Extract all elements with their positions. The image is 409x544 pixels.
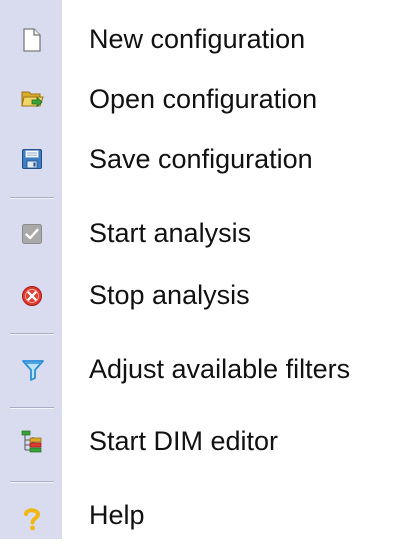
menu-item-label: Open configuration bbox=[89, 84, 318, 114]
menu-item-start-analysis[interactable]: Start analysis bbox=[0, 206, 409, 262]
menu-separator bbox=[10, 333, 54, 335]
menu-item-new-configuration[interactable]: New configuration bbox=[0, 12, 409, 68]
menu-item-label: Stop analysis bbox=[89, 280, 250, 310]
filter-funnel-icon bbox=[21, 358, 44, 381]
new-document-icon bbox=[21, 28, 43, 52]
menu-item-label: New configuration bbox=[89, 24, 306, 54]
menu-item-start-dim-editor[interactable]: Start DIM editor bbox=[0, 414, 409, 470]
menu-item-stop-analysis[interactable]: Stop analysis bbox=[0, 268, 409, 324]
menu-separator bbox=[10, 197, 54, 199]
menu-item-open-configuration[interactable]: Open configuration bbox=[0, 72, 409, 128]
stop-icon bbox=[21, 285, 43, 307]
open-folder-icon bbox=[21, 88, 44, 110]
menu-separator bbox=[10, 407, 54, 409]
menu-item-label: Save configuration bbox=[89, 144, 313, 174]
menu-item-help[interactable]: Help bbox=[0, 488, 409, 544]
checkbox-icon bbox=[21, 223, 43, 245]
menu-item-label: Help bbox=[89, 500, 145, 530]
menu-item-label: Start DIM editor bbox=[89, 426, 279, 456]
menu-item-label: Start analysis bbox=[89, 218, 252, 248]
menu-item-save-configuration[interactable]: Save configuration bbox=[0, 132, 409, 188]
save-disk-icon bbox=[21, 148, 43, 170]
menu-item-adjust-available-filters[interactable]: Adjust available filters bbox=[0, 342, 409, 398]
tree-hierarchy-icon bbox=[21, 430, 43, 453]
help-question-icon bbox=[21, 506, 43, 531]
menu-separator bbox=[10, 481, 54, 483]
context-menu: New configuration Open configuration Sav… bbox=[0, 0, 409, 539]
menu-item-label: Adjust available filters bbox=[89, 354, 351, 384]
